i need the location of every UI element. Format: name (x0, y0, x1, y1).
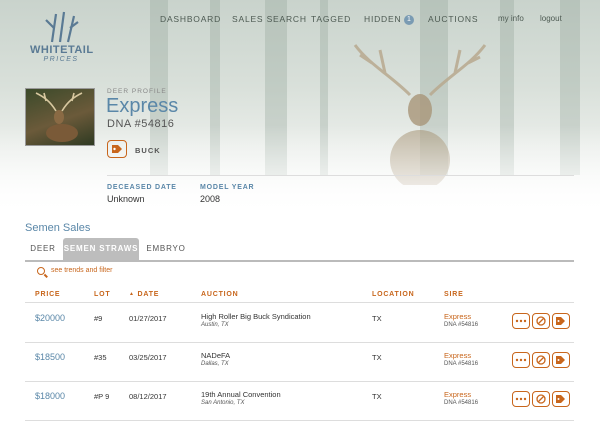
block-icon (536, 316, 546, 326)
block-icon (536, 394, 546, 404)
row-sire[interactable]: Express (444, 390, 471, 399)
sort-ascending-icon: ▲ (129, 291, 135, 298)
trends-filter-label: see trends and filter (51, 267, 113, 274)
row-location: TX (372, 392, 382, 401)
more-dots-icon (515, 358, 527, 362)
row-lot: #9 (94, 314, 103, 323)
hide-button[interactable] (532, 313, 550, 329)
tag-row-button[interactable] (552, 352, 570, 368)
antler-logo-icon (45, 11, 79, 43)
tag-row-button[interactable] (552, 391, 570, 407)
row-sire[interactable]: Express (444, 312, 471, 321)
table-row: $20000 #9 01/27/2017 High Roller Big Buc… (25, 303, 574, 343)
row-lot: #P 9 (94, 392, 110, 401)
row-price[interactable]: $20000 (35, 313, 65, 323)
tag-button[interactable] (107, 140, 127, 158)
nav-sales-search[interactable]: SALES SEARCH (232, 14, 307, 24)
model-year-label: MODEL YEAR (200, 184, 255, 191)
tag-icon (556, 317, 565, 325)
row-date: 08/12/2017 (129, 392, 167, 401)
col-auction[interactable]: AUCTION (201, 291, 239, 298)
row-price[interactable]: $18000 (35, 391, 65, 401)
tab-deer[interactable]: DEER (25, 238, 61, 260)
table-row: $18000 #P 9 08/12/2017 19th Annual Conve… (25, 381, 574, 421)
row-auction: High Roller Big Buck Syndication (201, 312, 311, 321)
col-sire[interactable]: SIRE (444, 291, 464, 298)
nav-auctions[interactable]: AUCTIONS (428, 14, 478, 24)
hide-button[interactable] (532, 391, 550, 407)
search-icon (37, 267, 45, 275)
top-navigation: DASHBOARD SALES SEARCH TAGGED HIDDEN 1 AU… (150, 14, 590, 28)
row-sire[interactable]: Express (444, 351, 471, 360)
nav-tagged[interactable]: TAGGED (311, 14, 351, 24)
nav-hidden-label: HIDDEN (364, 14, 402, 24)
row-date: 03/25/2017 (129, 353, 167, 362)
table-row: $18500 #35 03/25/2017 NADeFA Dallas, TX … (25, 342, 574, 382)
deer-dna: DNA #54816 (107, 118, 175, 130)
sales-tabs: DEER SEMEN STRAWS EMBRYO (25, 238, 574, 262)
more-options-button[interactable] (512, 391, 530, 407)
deceased-date-value: Unknown (107, 194, 145, 204)
row-auction-city: San Antonio, TX (201, 400, 245, 406)
logo-brand-text: WHITETAIL (30, 44, 94, 56)
row-price[interactable]: $18500 (35, 352, 65, 362)
deceased-date-label: DECEASED DATE (107, 184, 177, 191)
nav-my-info[interactable]: my info (498, 14, 524, 23)
row-auction-city: Austin, TX (201, 322, 229, 328)
row-sire-dna: DNA #54816 (444, 322, 479, 328)
model-year-value: 2008 (200, 194, 221, 204)
section-title: Semen Sales (25, 222, 91, 234)
profile-divider (107, 175, 574, 176)
nav-dashboard[interactable]: DASHBOARD (160, 14, 221, 24)
more-dots-icon (515, 397, 527, 401)
more-options-button[interactable] (512, 313, 530, 329)
nav-hidden[interactable]: HIDDEN 1 (364, 14, 415, 25)
profile-kicker: DEER PROFILE (107, 88, 167, 95)
row-lot: #35 (94, 353, 107, 362)
row-location: TX (372, 353, 382, 362)
row-auction-city: Dallas, TX (201, 361, 229, 367)
whitetail-prices-logo[interactable]: WHITETAIL PRICES (30, 8, 94, 68)
deer-photo-thumbnail[interactable] (25, 88, 95, 146)
nav-logout[interactable]: logout (540, 14, 562, 23)
col-price[interactable]: PRICE (35, 291, 60, 298)
col-date-label: DATE (137, 291, 160, 298)
tag-icon (556, 356, 565, 364)
deer-name: Express (106, 95, 179, 117)
deer-category-label: BUCK (135, 146, 161, 155)
col-date[interactable]: ▲ DATE (129, 291, 159, 298)
more-options-button[interactable] (512, 352, 530, 368)
tag-row-button[interactable] (552, 313, 570, 329)
tab-semen-straws[interactable]: SEMEN STRAWS (63, 238, 139, 260)
row-sire-dna: DNA #54816 (444, 361, 479, 367)
row-sire-dna: DNA #54816 (444, 400, 479, 406)
row-auction: NADeFA (201, 351, 231, 360)
row-location: TX (372, 314, 382, 323)
col-lot[interactable]: LOT (94, 291, 110, 298)
more-dots-icon (515, 319, 527, 323)
logo-sub-text: PRICES (43, 56, 79, 63)
block-icon (536, 355, 546, 365)
hide-button[interactable] (532, 352, 550, 368)
col-location[interactable]: LOCATION (372, 291, 414, 298)
tag-icon (112, 145, 122, 153)
tab-embryo[interactable]: EMBRYO (141, 238, 191, 260)
hidden-count-badge: 1 (404, 14, 415, 25)
row-auction: 19th Annual Convention (201, 390, 281, 399)
tag-icon (556, 395, 565, 403)
row-date: 01/27/2017 (129, 314, 167, 323)
